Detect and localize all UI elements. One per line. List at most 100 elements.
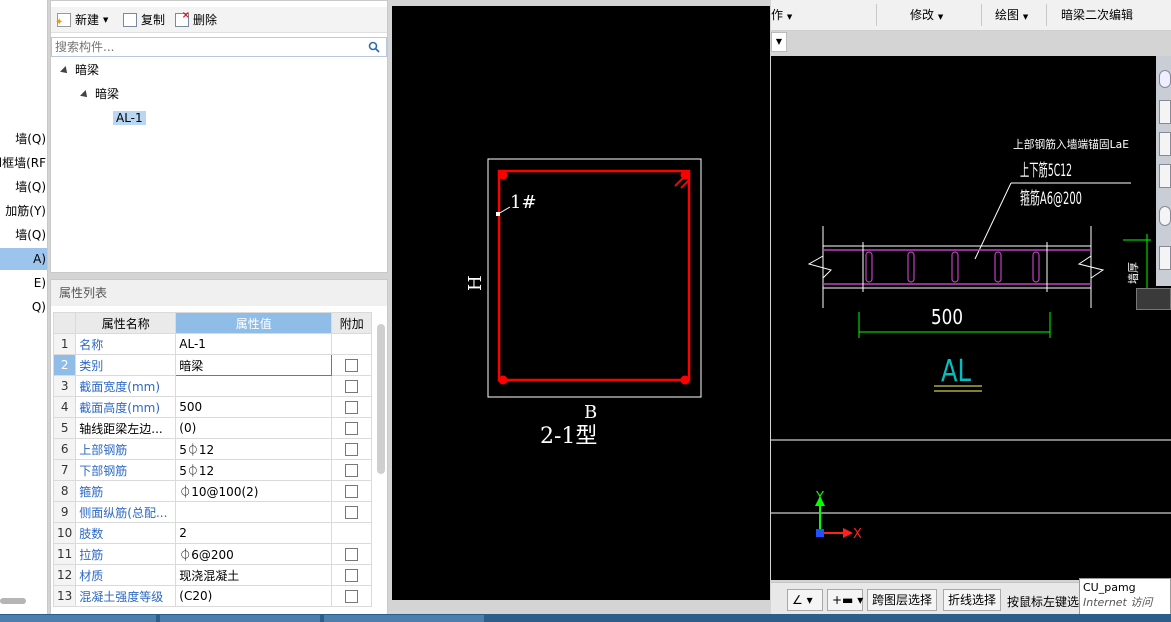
property-name: 箍筋 xyxy=(75,480,177,502)
menu-item[interactable]: 修改 ▼ xyxy=(910,0,943,31)
table-row[interactable]: 4 截面高度(mm) 500 xyxy=(52,396,373,418)
list-item[interactable]: 加筋(Y) xyxy=(0,200,47,222)
polyline-select-button[interactable]: 折线选择 xyxy=(943,589,1002,611)
addon-checkbox[interactable] xyxy=(345,548,359,561)
search-input[interactable] xyxy=(52,38,352,56)
section-preview-canvas: 1# H B 2-1型 xyxy=(392,6,770,600)
new-button[interactable]: ✦ 新建 ▼ xyxy=(55,7,108,33)
list-item[interactable]: 墙(Q) xyxy=(0,128,47,150)
stirrup-mark xyxy=(1032,251,1040,283)
bar-label: 1# xyxy=(510,192,537,213)
addon-checkbox[interactable] xyxy=(345,422,359,435)
list-item-selected[interactable]: A) xyxy=(0,248,47,270)
collapse-icon[interactable] xyxy=(60,66,70,76)
addon-checkbox[interactable] xyxy=(345,380,359,393)
addon-cell xyxy=(331,396,373,418)
taskbar-item[interactable] xyxy=(324,615,484,622)
table-row[interactable]: 6 上部钢筋 5⏀12 xyxy=(52,438,373,460)
menu-item-label: 修改 xyxy=(910,8,935,22)
orbit-icon[interactable] xyxy=(1159,206,1171,226)
property-value[interactable]: 500 xyxy=(175,396,333,418)
property-value-editor[interactable]: 暗梁 xyxy=(175,354,333,376)
addon-checkbox[interactable] xyxy=(345,401,359,414)
property-value[interactable]: (C20) xyxy=(175,585,333,607)
scrollbar[interactable] xyxy=(377,324,385,474)
status-hint: 按鼠标左键选 xyxy=(1007,595,1080,609)
property-value[interactable]: (0) xyxy=(175,417,333,439)
table-row[interactable]: 13 混凝土强度等级 (C20) xyxy=(52,585,373,607)
menu-item[interactable]: 绘图 ▼ xyxy=(995,0,1028,31)
copy-button-label: 复制 xyxy=(141,13,166,27)
zoom-icon[interactable] xyxy=(1159,70,1171,88)
copy-button[interactable]: 复制 xyxy=(123,7,165,33)
property-value[interactable]: 现浇混凝土 xyxy=(175,564,333,586)
tree-node-root[interactable]: 暗梁 xyxy=(60,60,99,80)
table-row[interactable]: 9 侧面纵筋(总配... xyxy=(52,501,373,523)
view-3d-icon[interactable] xyxy=(1159,100,1171,124)
addon-checkbox[interactable] xyxy=(345,443,359,456)
property-value[interactable] xyxy=(175,375,333,397)
property-value[interactable]: 2 xyxy=(175,522,333,544)
break-symbol xyxy=(807,255,832,279)
list-item-label: 墙(Q) xyxy=(15,132,46,146)
list-item[interactable]: 墙(Q) xyxy=(0,224,47,246)
taskbar-item[interactable] xyxy=(160,615,320,622)
addon-checkbox[interactable] xyxy=(345,485,359,498)
list-item[interactable]: E) xyxy=(0,272,47,294)
list-item[interactable]: Q) xyxy=(0,296,47,318)
list-item[interactable]: l框墙(RF xyxy=(0,152,47,174)
layer-dropdown[interactable]: ▼ xyxy=(771,32,787,52)
beam-drawing: 上部钢筋入墙端锚固LaE 上下筋5C12 箍筋A6@200 500 AL 墙厚 xyxy=(771,137,1171,542)
panel-title: 属性列表 xyxy=(51,280,387,306)
delete-button[interactable]: × 删除 xyxy=(175,7,217,33)
table-row[interactable]: 1 名称 AL-1 xyxy=(52,333,373,355)
table-row[interactable]: 10 肢数 2 xyxy=(52,522,373,544)
table-row[interactable]: 3 截面宽度(mm) xyxy=(52,375,373,397)
grid-view-icon[interactable] xyxy=(1159,246,1171,270)
list-item[interactable]: 墙(Q) xyxy=(0,176,47,198)
addon-checkbox[interactable] xyxy=(345,506,359,519)
table-row[interactable]: 11 拉筋 ⏀6@200 xyxy=(52,543,373,565)
addon-checkbox[interactable] xyxy=(345,464,359,477)
drawing-canvas[interactable]: 上部钢筋入墙端锚固LaE 上下筋5C12 箍筋A6@200 500 AL 墙厚 xyxy=(771,56,1171,580)
leader-grip[interactable] xyxy=(496,212,500,216)
tree-node-leaf[interactable]: AL-1 xyxy=(113,108,146,128)
table-row[interactable]: 12 材质 现浇混凝土 xyxy=(52,564,373,586)
view-plan-icon[interactable] xyxy=(1159,132,1171,156)
angle-snap-button[interactable]: ∠ ▾ xyxy=(787,589,823,611)
stirrup-mark xyxy=(865,251,873,283)
property-value[interactable]: 5⏀12 xyxy=(175,459,333,481)
property-value[interactable]: 5⏀12 xyxy=(175,438,333,460)
taskbar-item[interactable] xyxy=(0,615,156,622)
table-row[interactable]: 5 轴线距梁左边... (0) xyxy=(52,417,373,439)
section-drawing: 1# H B 2-1型 xyxy=(465,158,702,449)
addon-checkbox[interactable] xyxy=(345,359,359,372)
row-number: 11 xyxy=(52,543,77,565)
table-row[interactable]: 2 类别 暗梁 xyxy=(52,354,373,376)
view-cube-icon[interactable] xyxy=(1159,164,1171,188)
tree-node-child[interactable]: 暗梁 xyxy=(80,84,120,104)
menu-item[interactable]: 暗梁二次编辑 xyxy=(1061,0,1133,31)
property-value[interactable]: ⏀10@100(2) xyxy=(175,480,333,502)
addon-checkbox[interactable] xyxy=(345,569,359,582)
property-value[interactable]: AL-1 xyxy=(175,333,333,355)
scrollbar[interactable] xyxy=(0,598,26,604)
menu-item[interactable]: 作 ▼ xyxy=(771,0,792,31)
tree-node-label: 暗梁 xyxy=(95,87,120,101)
collapse-icon[interactable] xyxy=(80,90,90,100)
search-icon[interactable] xyxy=(368,41,380,53)
property-value[interactable]: ⏀6@200 xyxy=(175,543,333,565)
table-row[interactable]: 8 箍筋 ⏀10@100(2) xyxy=(52,480,373,502)
cross-layer-select-button[interactable]: 跨图层选择 xyxy=(867,589,938,611)
property-value[interactable] xyxy=(175,501,333,523)
addon-cell xyxy=(331,375,373,397)
list-item-label: Q) xyxy=(31,300,46,314)
keyboard-icon[interactable] xyxy=(1136,288,1171,310)
table-row[interactable]: 7 下部钢筋 5⏀12 xyxy=(52,459,373,481)
taskbar xyxy=(0,614,1171,622)
addon-checkbox[interactable] xyxy=(345,590,359,603)
y-axis-label: Y xyxy=(815,490,824,505)
ortho-snap-button[interactable]: +▬ ▾ xyxy=(827,589,863,611)
property-name: 材质 xyxy=(75,564,177,586)
button-label: 折线选择 xyxy=(948,593,997,607)
